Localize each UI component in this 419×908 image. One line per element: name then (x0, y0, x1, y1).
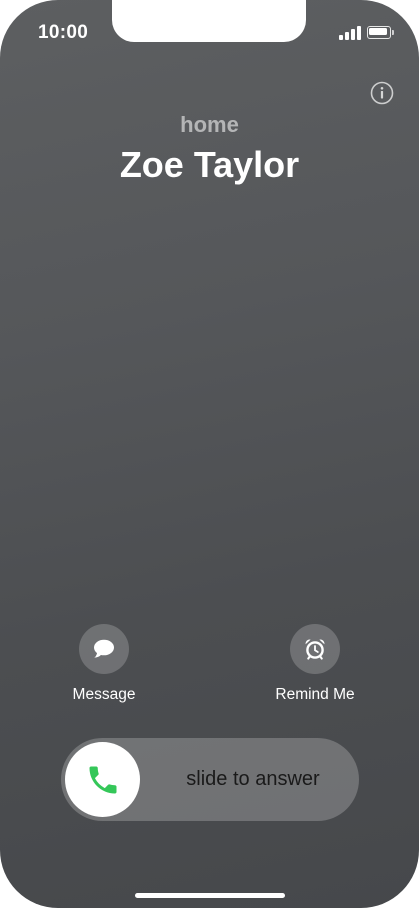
status-time: 10:00 (38, 22, 89, 43)
remind-me-label: Remind Me (275, 686, 355, 703)
answer-slider-knob[interactable] (65, 742, 140, 817)
message-label: Message (72, 686, 136, 703)
message-button[interactable]: Message (39, 624, 169, 704)
slide-to-answer-track[interactable]: slide to answer (61, 738, 359, 821)
slide-to-answer-text: slide to answer (186, 768, 320, 790)
home-indicator[interactable] (135, 893, 285, 898)
device-notch (112, 0, 306, 42)
caller-name: Zoe Taylor (119, 144, 300, 185)
alarm-clock-icon (290, 624, 340, 674)
cellular-signal-icon (339, 26, 361, 40)
incoming-call-screen: 10:00 home Zoe Taylor Message Remind Me … (0, 0, 419, 908)
remind-me-button[interactable]: Remind Me (250, 624, 380, 704)
info-icon[interactable] (370, 81, 394, 105)
phone-icon (89, 766, 116, 793)
caller-number-label: home (180, 112, 239, 137)
message-bubble-icon (79, 624, 129, 674)
battery-icon (367, 26, 394, 39)
